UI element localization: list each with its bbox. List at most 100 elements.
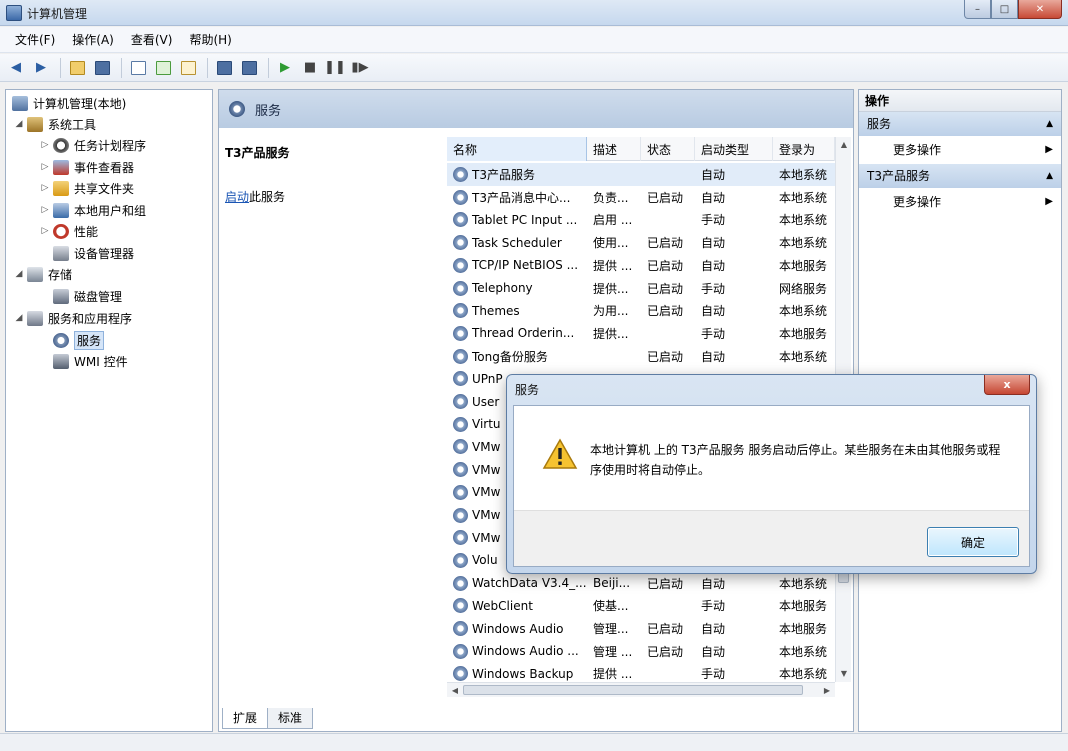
scroll-down-icon[interactable]: ▼ — [836, 666, 851, 682]
scroll-left-icon[interactable]: ◀ — [447, 683, 463, 697]
table-row[interactable]: Tablet PC Input ... 启用 ... 手动 本地系统 — [447, 208, 835, 231]
back-arrow-icon[interactable]: ◀ — [5, 57, 27, 79]
table-row[interactable]: Task Scheduler 使用... 已启动 自动 本地系统 — [447, 231, 835, 254]
horizontal-scrollbar[interactable]: ◀ ▶ — [447, 682, 835, 697]
scroll-up-icon[interactable]: ▲ — [836, 137, 851, 153]
service-description: 为用... — [593, 299, 641, 322]
menu-file[interactable]: 文件(F) — [8, 29, 62, 50]
table-row[interactable]: Tong备份服务 已启动 自动 本地系统 — [447, 345, 835, 368]
start-service-icon[interactable]: ▶ — [274, 57, 296, 79]
tree-item-event-viewer[interactable]: ▷ 事件查看器 — [40, 157, 134, 177]
tree-item-root[interactable]: 计算机管理(本地) — [12, 93, 126, 113]
start-service-link[interactable]: 启动 — [225, 190, 249, 204]
table-row[interactable]: Thread Orderin... 提供... 手动 本地服务 — [447, 322, 835, 345]
gear-icon — [453, 552, 468, 568]
tree-item-storage[interactable]: ◢ 存储 — [14, 264, 72, 284]
minimize-button[interactable]: – — [964, 0, 991, 19]
refresh-icon[interactable] — [152, 57, 174, 79]
menu-help[interactable]: 帮助(H) — [182, 29, 238, 50]
collapse-triangle-icon[interactable]: ◢ — [14, 313, 24, 323]
forward-arrow-icon[interactable]: ▶ — [30, 57, 52, 79]
cell-text: TCP/IP NetBIOS ... — [472, 258, 579, 273]
export-list-icon[interactable] — [177, 57, 199, 79]
dialog-close-button[interactable]: x — [984, 375, 1030, 395]
stop-service-icon[interactable]: ■ — [299, 57, 321, 79]
table-row[interactable]: WatchData V3.4_... Beiji... 已启动 自动 本地系统 — [447, 572, 835, 595]
cell-text: Beiji... — [593, 576, 631, 591]
tree-item-services-apps[interactable]: ◢ 服务和应用程序 — [14, 308, 132, 328]
dialog-body: 本地计算机 上的 T3产品服务 服务启动后停止。某些服务在未由其他服务或程序使用… — [513, 405, 1030, 567]
gear-icon — [453, 439, 468, 455]
more-actions-t3[interactable]: 更多操作 ▶ — [859, 188, 1061, 216]
collapse-triangle-icon[interactable]: ◢ — [14, 119, 24, 129]
properties-icon[interactable] — [127, 57, 149, 79]
tree-item-task-scheduler[interactable]: ▷ 任务计划程序 — [40, 135, 146, 155]
column-header-startup-type[interactable]: 启动类型 — [695, 137, 773, 161]
actions-group-label: T3产品服务 — [867, 169, 930, 183]
expand-triangle-icon[interactable]: ▷ — [40, 226, 50, 236]
tree-item-device-manager[interactable]: 设备管理器 — [53, 243, 134, 263]
table-row[interactable]: Windows Audio 管理... 已启动 自动 本地服务 — [447, 617, 835, 640]
collapse-up-icon[interactable]: ▲ — [1046, 112, 1053, 136]
services-apps-icon — [27, 310, 43, 326]
close-button[interactable]: ✕ — [1018, 0, 1062, 19]
table-row[interactable]: Telephony 提供... 已启动 手动 网络服务 — [447, 277, 835, 300]
help-icon[interactable] — [213, 57, 235, 79]
dialog-message: 本地计算机 上的 T3产品服务 服务启动后停止。某些服务在未由其他服务或程序使用… — [590, 443, 1001, 477]
show-tree-icon[interactable] — [91, 57, 113, 79]
table-row[interactable]: TCP/IP NetBIOS ... 提供 ... 已启动 自动 本地服务 — [447, 254, 835, 277]
service-startup-type: 手动 — [701, 208, 773, 231]
table-row[interactable]: T3产品服务 自动 本地系统 — [447, 163, 835, 186]
service-description: 使基... — [593, 594, 641, 617]
expand-triangle-icon[interactable]: ▷ — [40, 162, 50, 172]
column-header-description[interactable]: 描述 — [587, 137, 641, 161]
tree-item-shared-folders[interactable]: ▷ 共享文件夹 — [40, 178, 134, 198]
up-folder-icon[interactable] — [66, 57, 88, 79]
menu-action[interactable]: 操作(A) — [65, 29, 121, 50]
expand-triangle-icon[interactable]: ▷ — [40, 183, 50, 193]
collapse-triangle-icon[interactable]: ◢ — [14, 269, 24, 279]
cell-text: 手动 — [701, 667, 726, 682]
table-row[interactable]: WebClient 使基... 手动 本地服务 — [447, 594, 835, 617]
service-description: 提供... — [593, 277, 641, 300]
gear-icon — [453, 235, 468, 251]
column-header-logon-as[interactable]: 登录为 — [773, 137, 835, 161]
tab-extended[interactable]: 扩展 — [222, 708, 269, 729]
scroll-right-icon[interactable]: ▶ — [819, 683, 835, 697]
actions-group-t3[interactable]: T3产品服务 ▲ — [859, 164, 1061, 188]
tree-item-services[interactable]: 服务 — [53, 330, 105, 350]
tree-item-wmi[interactable]: WMI 控件 — [53, 351, 128, 371]
service-action: 启动此服务 — [225, 188, 285, 205]
tree-item-performance[interactable]: ▷ 性能 — [40, 221, 98, 241]
table-row[interactable]: T3产品消息中心... 负责... 已启动 自动 本地系统 — [447, 186, 835, 209]
table-row[interactable]: Themes 为用... 已启动 自动 本地系统 — [447, 299, 835, 322]
menu-view[interactable]: 查看(V) — [124, 29, 180, 50]
more-actions-services[interactable]: 更多操作 ▶ — [859, 136, 1061, 164]
service-status: 已启动 — [647, 186, 695, 209]
gear-icon — [453, 530, 468, 546]
cell-text: Tong备份服务 — [472, 349, 548, 364]
service-name: TCP/IP NetBIOS ... — [453, 254, 587, 277]
dialog-message-area: 本地计算机 上的 T3产品服务 服务启动后停止。某些服务在未由其他服务或程序使用… — [514, 406, 1029, 510]
service-name: Telephony — [453, 277, 587, 300]
cell-text: Volu — [472, 553, 498, 568]
collapse-up-icon[interactable]: ▲ — [1046, 164, 1053, 188]
cell-text: 管理... — [593, 622, 629, 636]
pause-service-icon[interactable]: ❚❚ — [324, 57, 346, 79]
maximize-button[interactable]: □ — [991, 0, 1018, 19]
tree-item-local-users[interactable]: ▷ 本地用户和组 — [40, 200, 146, 220]
expand-triangle-icon[interactable]: ▷ — [40, 205, 50, 215]
column-header-status[interactable]: 状态 — [641, 137, 695, 161]
actions-group-services[interactable]: 服务 ▲ — [859, 112, 1061, 136]
restart-service-icon[interactable]: ▮▶ — [349, 57, 371, 79]
tree-item-system-tools[interactable]: ◢ 系统工具 — [14, 114, 96, 134]
show-action-pane-icon[interactable] — [238, 57, 260, 79]
tab-standard[interactable]: 标准 — [267, 708, 314, 729]
expand-triangle-icon[interactable]: ▷ — [40, 140, 50, 150]
tree-item-disk-management[interactable]: 磁盘管理 — [53, 286, 122, 306]
table-row[interactable]: Windows Audio ... 管理 ... 已启动 自动 本地系统 — [447, 640, 835, 663]
column-header-name[interactable]: 名称 — [447, 137, 587, 161]
service-description: 使用... — [593, 231, 641, 254]
scrollbar-thumb[interactable] — [463, 685, 803, 695]
ok-button[interactable]: 确定 — [927, 527, 1019, 557]
